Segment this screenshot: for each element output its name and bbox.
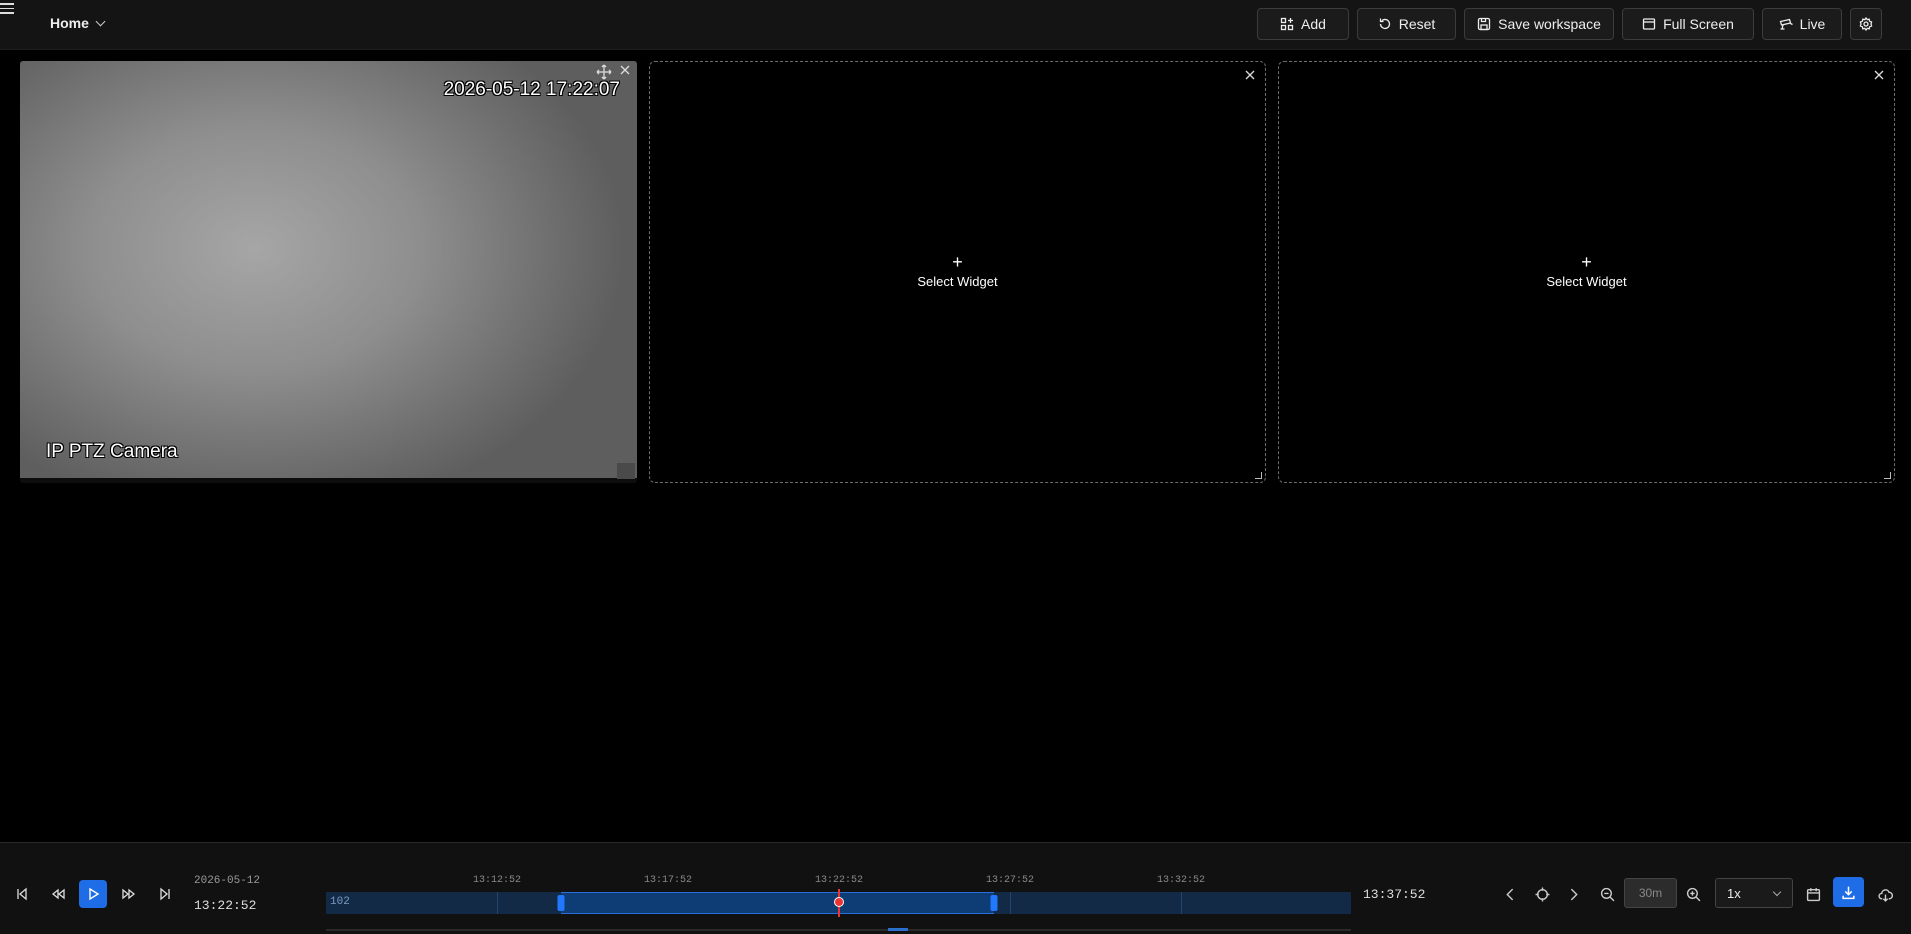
- play-button[interactable]: [79, 880, 107, 908]
- grid-line: [1181, 892, 1182, 914]
- resize-handle[interactable]: [1255, 472, 1262, 479]
- add-button[interactable]: Add: [1257, 8, 1349, 40]
- move-icon[interactable]: [596, 64, 612, 80]
- timeline-tick-label: 13:32:52: [1156, 875, 1206, 886]
- chevron-right-icon: [1570, 888, 1578, 900]
- camera-widget[interactable]: 2026-05-12 17:22:07 IP PTZ Camera: [20, 61, 637, 483]
- select-widget-button[interactable]: + Select Widget: [650, 253, 1265, 289]
- camera-timestamp: 2026-05-12 17:22:07: [443, 79, 620, 100]
- camera-feed: [20, 61, 637, 478]
- chevron-down-icon: [95, 16, 106, 26]
- live-button[interactable]: Live: [1762, 8, 1842, 40]
- zoom-in-icon: [1686, 887, 1700, 901]
- cloud-download-button[interactable]: [1873, 880, 1897, 908]
- next-button[interactable]: [1561, 880, 1585, 908]
- add-button-label: Add: [1301, 16, 1326, 32]
- timeline-tick-label: 13:27:52: [985, 875, 1035, 886]
- grid-line: [497, 892, 498, 914]
- zoom-out-button[interactable]: [1595, 880, 1619, 908]
- rewind-button[interactable]: [44, 880, 72, 908]
- end-time: 13:37:52: [1363, 887, 1426, 902]
- download-button[interactable]: [1833, 877, 1864, 907]
- skip-back-icon: [17, 887, 27, 901]
- play-icon: [89, 887, 100, 901]
- calendar-button[interactable]: [1801, 880, 1825, 908]
- grid-line: [1010, 892, 1011, 914]
- download-icon: [1842, 886, 1855, 899]
- fullscreen-icon: [1642, 18, 1656, 30]
- skip-forward-icon: [160, 887, 170, 901]
- empty-widget: + Select Widget: [1278, 61, 1895, 483]
- range-end-handle[interactable]: [990, 895, 998, 911]
- current-time: 13:22:52: [194, 898, 257, 913]
- center-playhead-button[interactable]: [1530, 880, 1554, 908]
- camera-name: IP PTZ Camera: [46, 441, 178, 462]
- timeline-tick-label: 13:17:52: [643, 875, 693, 886]
- plus-icon: +: [952, 252, 963, 272]
- reset-button[interactable]: Reset: [1357, 8, 1456, 40]
- reset-button-label: Reset: [1398, 16, 1436, 32]
- select-widget-button[interactable]: + Select Widget: [1279, 253, 1894, 289]
- chevron-left-icon: [1505, 888, 1513, 900]
- calendar-icon: [1806, 887, 1820, 901]
- rewind-icon: [51, 888, 65, 900]
- chevron-down-icon: [1772, 887, 1782, 897]
- zoom-out-icon: [1600, 887, 1614, 901]
- timeline-scrollbar[interactable]: [326, 929, 1351, 931]
- resize-handle[interactable]: [1884, 472, 1891, 479]
- timeline-tick-label: 13:22:52: [814, 875, 864, 886]
- live-icon: [1779, 18, 1793, 30]
- zoom-in-button[interactable]: [1681, 880, 1705, 908]
- settings-button[interactable]: [1850, 8, 1882, 40]
- top-toolbar: Home Add Reset Save workspace Full Scree…: [0, 0, 1911, 50]
- live-button-label: Live: [1799, 16, 1826, 32]
- menu-icon[interactable]: [0, 3, 14, 15]
- close-icon[interactable]: [1872, 68, 1886, 82]
- save-workspace-button[interactable]: Save workspace: [1464, 8, 1614, 40]
- track-name: 102: [330, 896, 350, 908]
- timeline-tick-label: 13:12:52: [472, 875, 522, 886]
- select-widget-label: Select Widget: [917, 274, 998, 289]
- close-icon[interactable]: [1243, 68, 1257, 82]
- add-grid-icon: [1280, 17, 1294, 31]
- save-icon: [1477, 17, 1491, 31]
- zoom-level-input[interactable]: 30m: [1624, 878, 1677, 908]
- selected-range[interactable]: [561, 892, 994, 914]
- full-screen-label: Full Screen: [1663, 16, 1734, 32]
- timeline-track[interactable]: 102: [326, 889, 1351, 917]
- full-screen-button[interactable]: Full Screen: [1622, 8, 1754, 40]
- workspace-selector[interactable]: Home: [50, 15, 106, 31]
- skip-back-button[interactable]: [8, 880, 36, 908]
- current-date: 2026-05-12: [194, 875, 261, 887]
- playback-bar: 2026-05-12 13:22:52 13:12:52 13:17:52 13…: [0, 842, 1911, 934]
- playback-speed-value: 1x: [1727, 885, 1741, 901]
- workspace-label: Home: [50, 15, 89, 31]
- fast-forward-button[interactable]: [115, 880, 143, 908]
- cloud-download-icon: [1877, 888, 1893, 902]
- skip-forward-button[interactable]: [151, 880, 179, 908]
- close-icon[interactable]: [618, 63, 632, 77]
- timeline-scroll-thumb[interactable]: [888, 928, 908, 931]
- select-widget-label: Select Widget: [1546, 274, 1627, 289]
- crosshair-icon: [1535, 887, 1549, 901]
- fast-forward-icon: [122, 888, 136, 900]
- resize-handle[interactable]: [617, 463, 635, 479]
- range-start-handle[interactable]: [557, 895, 565, 911]
- save-workspace-label: Save workspace: [1498, 16, 1601, 32]
- reset-icon: [1379, 18, 1390, 30]
- settings-icon: [1859, 17, 1873, 31]
- plus-icon: +: [1581, 252, 1592, 272]
- playhead[interactable]: [834, 897, 844, 907]
- empty-widget: + Select Widget: [649, 61, 1266, 483]
- playback-speed-select[interactable]: 1x: [1715, 878, 1793, 908]
- previous-button[interactable]: [1498, 880, 1522, 908]
